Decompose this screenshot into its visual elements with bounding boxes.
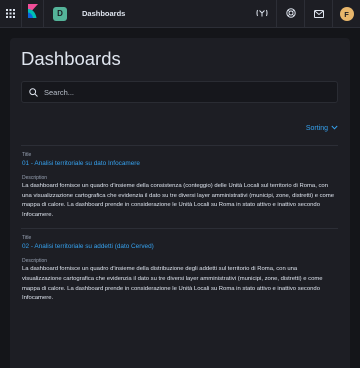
dashboard-description: La dashboard fornisce un quadro d'insiem… xyxy=(22,266,323,302)
space-avatar: D xyxy=(53,6,67,21)
help-button[interactable] xyxy=(276,0,304,28)
search-icon xyxy=(22,87,44,97)
description-label: Description xyxy=(22,258,48,265)
avatar: F xyxy=(339,7,354,21)
app-menu-icon xyxy=(6,5,15,23)
space-selector[interactable]: D xyxy=(46,0,74,28)
search-bar xyxy=(21,81,338,103)
dashboard-list: Title 01 - Analisi territoriale su dato … xyxy=(21,145,338,312)
mail-icon xyxy=(313,5,324,23)
kibana-logo xyxy=(27,4,38,23)
search-input[interactable] xyxy=(44,87,337,97)
help-icon xyxy=(285,5,296,23)
top-navigation-bar: D Dashboards F xyxy=(0,0,360,28)
dashboard-title-link[interactable]: 01 - Analisi territoriale su dato Infoca… xyxy=(22,159,337,168)
page-title: Dashboards xyxy=(21,48,121,69)
list-item: Title 02 - Analisi territoriale su addet… xyxy=(21,229,338,311)
list-item: Title 01 - Analisi territoriale su dato … xyxy=(21,146,338,228)
chevron-down-icon xyxy=(331,125,338,132)
dashboard-title-link[interactable]: 02 - Analisi territoriale su addetti (da… xyxy=(22,242,337,251)
dashboard-description: La dashboard fornisce un quadro d'insiem… xyxy=(22,183,335,218)
home-logo-link[interactable] xyxy=(22,0,44,28)
title-label: Title xyxy=(22,235,32,242)
breadcrumb[interactable]: Dashboards xyxy=(82,9,125,18)
sorting-label: Sorting xyxy=(305,125,328,132)
dashboards-panel: Dashboards Sorting Title 01 - Analisi te… xyxy=(10,38,350,368)
sorting-button[interactable]: Sorting xyxy=(306,125,338,132)
app-menu-button[interactable] xyxy=(0,0,22,28)
mail-button[interactable] xyxy=(304,0,332,28)
newsfeed-icon xyxy=(256,5,268,23)
description-label: Description xyxy=(22,175,48,181)
newsfeed-button[interactable] xyxy=(248,0,276,28)
user-menu-button[interactable]: F xyxy=(332,0,360,28)
title-label: Title xyxy=(22,152,32,158)
